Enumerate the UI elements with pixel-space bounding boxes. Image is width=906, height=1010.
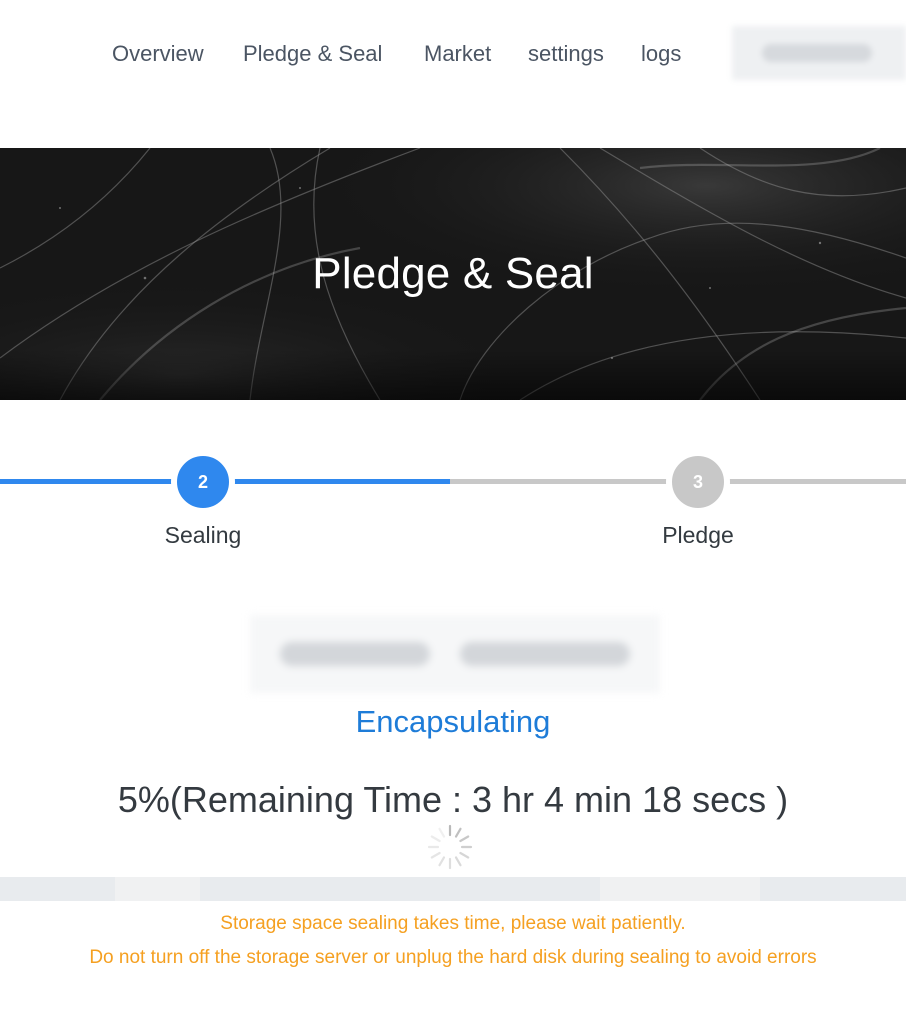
account-name-redacted: [762, 44, 872, 62]
top-nav: Overview Pledge & Seal Market settings l…: [0, 0, 906, 108]
divider-strip: [0, 877, 906, 901]
redacted-button-2[interactable]: [460, 642, 630, 666]
step-3-number: 3: [692, 471, 703, 492]
step-2-number: 2: [197, 471, 208, 492]
strip-segment: [600, 877, 760, 901]
redacted-action-area: [250, 615, 660, 693]
redacted-button-1[interactable]: [280, 642, 430, 666]
sealing-progress-text: 5%(Remaining Time : 3 hr 4 min 18 secs ): [117, 779, 789, 820]
nav-settings[interactable]: settings: [528, 40, 604, 68]
hero-title: Pledge & Seal: [312, 249, 594, 298]
progress-stepper: 2 Sealing 3 Pledge: [0, 440, 906, 570]
loading-spinner-icon: [427, 824, 473, 870]
notice-wait: Storage space sealing takes time, please…: [220, 913, 686, 934]
step-3-circle: 3: [666, 450, 730, 514]
account-menu[interactable]: [732, 26, 906, 80]
page: Overview Pledge & Seal Market settings l…: [0, 0, 906, 1010]
step-2-circle: 2: [171, 450, 235, 514]
nav-logs[interactable]: logs: [641, 40, 681, 68]
sealing-status: Encapsulating: [355, 704, 551, 739]
strip-segment: [115, 877, 200, 901]
step-3-label: Pledge: [662, 522, 734, 548]
nav-pledge-seal[interactable]: Pledge & Seal: [243, 40, 382, 68]
hero-banner: Pledge & Seal: [0, 148, 906, 400]
notice-warning: Do not turn off the storage server or un…: [89, 947, 817, 968]
nav-overview[interactable]: Overview: [112, 40, 204, 68]
nav-market[interactable]: Market: [424, 40, 491, 68]
step-2-label: Sealing: [164, 522, 242, 548]
